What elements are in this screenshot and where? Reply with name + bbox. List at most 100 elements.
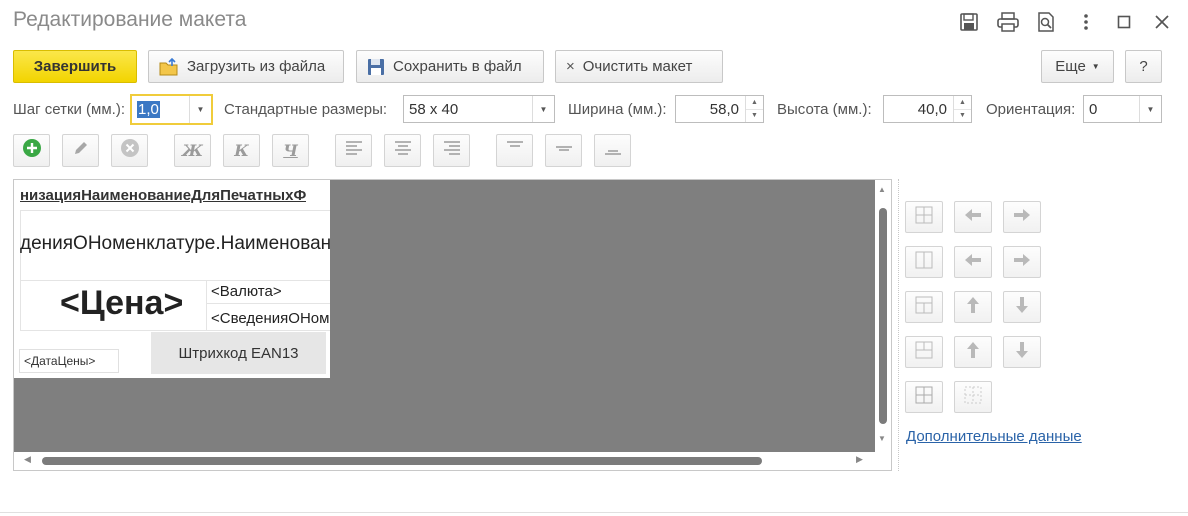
preview-icon[interactable] (1032, 8, 1060, 36)
finish-button[interactable]: Завершить (13, 50, 137, 83)
extra-data-link[interactable]: Дополнительные данные (906, 428, 1082, 445)
folder-upload-icon (159, 57, 179, 76)
horizontal-scrollbar[interactable]: ◀ ▶ (14, 452, 891, 470)
shrink-up-button[interactable] (954, 336, 992, 368)
align-middle-button[interactable] (545, 134, 582, 167)
arrow-down-icon (1015, 341, 1029, 364)
clear-layout-label: Очистить макет (582, 58, 693, 75)
align-right-icon (443, 141, 461, 160)
window-title: Редактирование макета (13, 8, 247, 31)
height-input[interactable]: 40,0 ▲ ▼ (883, 95, 972, 123)
move-left-button[interactable] (954, 201, 992, 233)
arrow-up-icon (966, 296, 980, 319)
align-top-icon (506, 141, 524, 160)
orientation-select[interactable]: 0 ▼ (1083, 95, 1162, 123)
italic-icon: К (234, 141, 249, 160)
bold-button[interactable]: Ж (174, 134, 211, 167)
height-label: Высота (мм.): (777, 101, 872, 118)
more-icon[interactable] (1072, 8, 1100, 36)
arrow-up-icon (966, 341, 980, 364)
grid-line (20, 210, 21, 330)
align-middle-icon (555, 141, 573, 160)
arrow-right-icon (1013, 253, 1031, 272)
dropdown-arrow-icon[interactable]: ▼ (1139, 96, 1161, 122)
horizontal-scroll-thumb[interactable] (42, 457, 762, 465)
orientation-label: Ориентация: (986, 101, 1076, 118)
grid-step-select[interactable]: 1,0 ▼ (130, 94, 213, 125)
vertical-scrollbar[interactable]: ▲ ▼ (875, 180, 891, 454)
scroll-left-arrow-icon[interactable]: ◀ (24, 454, 31, 465)
floppy-icon (367, 58, 385, 76)
align-top-button[interactable] (496, 134, 533, 167)
more-menu-button[interactable]: Еще ▼ (1041, 50, 1114, 83)
width-spinner[interactable]: ▲ ▼ (745, 96, 763, 122)
dropdown-arrow-icon[interactable]: ▼ (189, 96, 211, 123)
scroll-right-arrow-icon[interactable]: ▶ (856, 454, 863, 465)
orientation-value: 0 (1089, 100, 1098, 118)
align-bottom-button[interactable] (594, 134, 631, 167)
help-button[interactable]: ? (1125, 50, 1162, 83)
arrow-down-icon (1015, 296, 1029, 319)
grid-split-row-icon (915, 341, 933, 364)
edit-field-button[interactable] (62, 134, 99, 167)
finish-button-label: Завершить (33, 58, 117, 75)
maximize-icon[interactable] (1110, 8, 1138, 36)
move-up-button[interactable] (954, 291, 992, 323)
nomenclature-field[interactable]: денияОНоменклатуре.Наименование (20, 233, 330, 255)
move-down-button[interactable] (1003, 291, 1041, 323)
close-icon[interactable] (1148, 8, 1176, 36)
height-spinner[interactable]: ▲ ▼ (953, 96, 971, 122)
currency-field[interactable]: <Валюта> (211, 283, 282, 300)
merge-row-button[interactable] (905, 291, 943, 323)
grid-dashed-icon (964, 386, 982, 409)
insert-cell-button[interactable] (905, 381, 943, 413)
arrow-left-icon (964, 208, 982, 227)
split-cell-button[interactable] (905, 201, 943, 233)
align-left-button[interactable] (335, 134, 372, 167)
price-date-field[interactable]: <ДатаЦены> (19, 349, 119, 373)
delete-cell-button[interactable] (954, 381, 992, 413)
scroll-up-arrow-icon[interactable]: ▲ (878, 185, 886, 194)
align-left-icon (345, 141, 363, 160)
std-sizes-select[interactable]: 58 x 40 ▼ (403, 95, 555, 123)
grid-line (20, 280, 330, 281)
add-field-button[interactable] (13, 134, 50, 167)
width-value: 58,0 (709, 100, 739, 118)
italic-button[interactable]: К (223, 134, 260, 167)
move-right-button[interactable] (1003, 201, 1041, 233)
help-label: ? (1139, 58, 1148, 75)
vertical-scroll-thumb[interactable] (879, 208, 887, 424)
split-row-button[interactable] (905, 336, 943, 368)
label-canvas[interactable]: низацияНаименованиеДляПечатныхФ денияОНо… (14, 180, 330, 378)
x-icon: × (566, 58, 575, 75)
load-from-file-button[interactable]: Загрузить из файла (148, 50, 344, 83)
layout-editor[interactable]: низацияНаименованиеДляПечатныхФ денияОНо… (13, 179, 892, 471)
print-icon[interactable] (994, 8, 1022, 36)
merge-column-button[interactable] (905, 246, 943, 278)
grid-line (20, 210, 330, 211)
width-input[interactable]: 58,0 ▲ ▼ (675, 95, 764, 123)
bold-icon: Ж (182, 141, 203, 160)
dropdown-arrow-icon[interactable]: ▼ (532, 96, 554, 122)
info-field[interactable]: <СведенияОНоменклатуре> (211, 310, 330, 327)
underline-button[interactable]: Ч (272, 134, 309, 167)
align-right-button[interactable] (433, 134, 470, 167)
barcode-field[interactable]: Штрихкод EAN13 (151, 332, 326, 374)
scroll-down-arrow-icon[interactable]: ▼ (878, 434, 886, 443)
save-to-file-button[interactable]: Сохранить в файл (356, 50, 544, 83)
grid-cross-icon (915, 386, 933, 409)
grid-line (206, 280, 207, 330)
shrink-left-button[interactable] (954, 246, 992, 278)
delete-field-button[interactable] (111, 134, 148, 167)
align-center-button[interactable] (384, 134, 421, 167)
arrow-right-icon (1013, 208, 1031, 227)
load-from-file-label: Загрузить из файла (187, 58, 326, 75)
org-name-field[interactable]: низацияНаименованиеДляПечатныхФ (20, 187, 306, 204)
grid-line (206, 303, 330, 304)
price-field[interactable]: <Цена> (60, 284, 183, 323)
dropdown-arrow-icon: ▼ (1091, 62, 1100, 71)
expand-down-button[interactable] (1003, 336, 1041, 368)
save-icon[interactable] (955, 8, 983, 36)
expand-right-button[interactable] (1003, 246, 1041, 278)
clear-layout-button[interactable]: × Очистить макет (555, 50, 723, 83)
